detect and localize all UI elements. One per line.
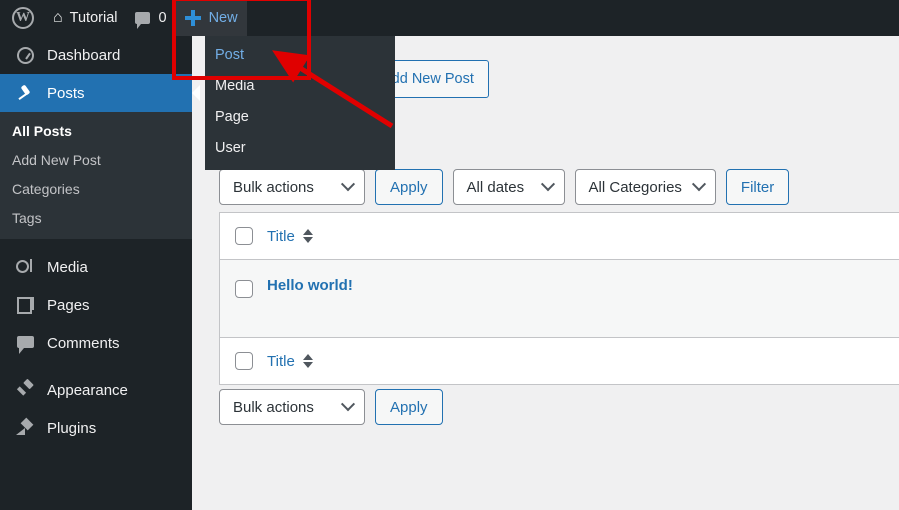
sidebar-item-media[interactable]: Media <box>0 248 192 286</box>
sidebar-item-pages[interactable]: Pages <box>0 286 192 324</box>
sidebar-item-appearance[interactable]: Appearance <box>0 371 192 409</box>
row-checkbox[interactable] <box>234 280 253 298</box>
apply-button-top[interactable]: Apply <box>375 169 443 205</box>
sort-arrows-icon[interactable] <box>302 229 313 243</box>
select-all-checkbox[interactable] <box>234 227 253 245</box>
plus-icon <box>184 10 201 26</box>
admin-sidebar: Dashboard Posts All Posts Add New Post C… <box>0 36 200 510</box>
sidebar-item-dashboard[interactable]: Dashboard <box>0 36 192 74</box>
sidebar-item-label: Appearance <box>47 381 128 399</box>
table-row[interactable]: Hello world! tutorial <box>220 260 899 338</box>
new-menu-item-user[interactable]: User <box>205 133 395 164</box>
comments-menu[interactable]: 0 <box>126 0 175 36</box>
table-filters-top: Bulk actions Apply All dates All Categor… <box>219 169 790 205</box>
table-filters-bottom: Bulk actions Apply <box>219 389 443 425</box>
wordpress-admin-screen: Dashboard Posts All Posts Add New Post C… <box>0 0 899 510</box>
column-title-label: Title <box>267 352 295 370</box>
new-content-dropdown: Post Media Page User <box>205 36 395 170</box>
chevron-down-icon <box>691 177 706 192</box>
row-select-cell[interactable] <box>220 277 267 298</box>
bulk-actions-value: Bulk actions <box>233 178 314 196</box>
home-icon: ⌂ <box>53 9 63 26</box>
brush-icon <box>14 381 36 399</box>
sidebar-item-categories[interactable]: Categories <box>0 175 192 204</box>
new-menu-label: New <box>208 10 238 26</box>
sidebar-item-label: Pages <box>47 296 90 314</box>
pin-icon <box>14 84 36 102</box>
sidebar-item-label: Plugins <box>47 419 97 437</box>
sidebar-divider <box>0 239 192 248</box>
sidebar-item-label: Comments <box>47 334 120 352</box>
comment-icon <box>14 336 36 354</box>
new-content-menu[interactable]: New <box>175 0 247 36</box>
filter-button[interactable]: Filter <box>725 169 790 205</box>
chevron-down-icon <box>540 177 555 192</box>
posts-table: Title Author Hello world! tutorial <box>219 212 899 385</box>
table-header-row: Title Author <box>220 213 899 260</box>
post-title-link[interactable]: Hello world! <box>267 277 353 294</box>
sidebar-item-label: Media <box>47 258 88 276</box>
media-icon <box>14 259 36 275</box>
all-dates-select[interactable]: All dates <box>452 169 565 205</box>
table-footer-row: Title Author <box>220 338 899 385</box>
site-name-label: Tutorial <box>69 10 118 26</box>
all-categories-select[interactable]: All Categories <box>574 169 716 205</box>
sidebar-item-add-new-post[interactable]: Add New Post <box>0 146 192 175</box>
wordpress-logo-icon[interactable]: W <box>0 0 44 36</box>
chevron-down-icon <box>340 397 356 412</box>
sidebar-item-posts[interactable]: Posts <box>0 74 200 112</box>
site-name-menu[interactable]: ⌂ Tutorial <box>44 0 126 36</box>
sidebar-item-all-posts[interactable]: All Posts <box>0 117 192 146</box>
sort-arrows-icon[interactable] <box>302 354 313 368</box>
sidebar-item-label: Posts <box>47 84 85 102</box>
bulk-actions-select-top[interactable]: Bulk actions <box>219 169 365 205</box>
select-all-cell-footer[interactable] <box>220 352 267 370</box>
new-menu-item-media[interactable]: Media <box>205 71 395 102</box>
comment-bubble-icon <box>135 12 151 29</box>
sidebar-item-tags[interactable]: Tags <box>0 204 192 233</box>
bulk-actions-value: Bulk actions <box>233 398 314 416</box>
column-title-label: Title <box>267 227 295 245</box>
all-categories-value: All Categories <box>588 178 682 196</box>
posts-submenu: All Posts Add New Post Categories Tags <box>0 112 192 239</box>
dashboard-icon <box>14 46 36 64</box>
new-menu-item-post[interactable]: Post <box>205 40 395 71</box>
admin-bar: W ⌂ Tutorial 0 New <box>0 0 899 36</box>
plug-icon <box>14 419 36 437</box>
sidebar-item-comments[interactable]: Comments <box>0 324 192 362</box>
pages-icon <box>14 296 36 314</box>
comments-count: 0 <box>158 10 167 26</box>
chevron-down-icon <box>340 177 356 192</box>
new-menu-item-page[interactable]: Page <box>205 102 395 133</box>
submenu-arrow-icon <box>192 85 200 101</box>
column-footer-title[interactable]: Title <box>267 353 899 370</box>
select-all-cell[interactable] <box>220 227 267 245</box>
all-dates-value: All dates <box>466 178 525 196</box>
row-title-cell: Hello world! <box>267 277 899 294</box>
sidebar-divider <box>0 362 192 371</box>
sidebar-item-label: Dashboard <box>47 46 121 64</box>
sidebar-item-plugins[interactable]: Plugins <box>0 409 192 447</box>
select-all-checkbox-footer[interactable] <box>234 352 253 370</box>
bulk-actions-select-bottom[interactable]: Bulk actions <box>219 389 365 425</box>
column-header-title[interactable]: Title <box>267 228 899 245</box>
apply-button-bottom[interactable]: Apply <box>375 389 443 425</box>
